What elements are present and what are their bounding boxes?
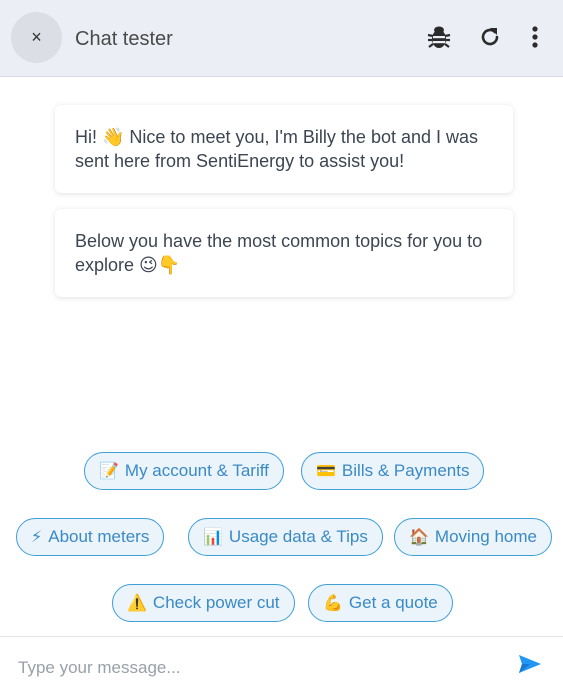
kebab-menu-icon bbox=[532, 26, 538, 48]
quick-reply-label: Usage data & Tips bbox=[228, 527, 368, 546]
bug-button[interactable] bbox=[425, 22, 453, 52]
quick-reply-label: My account & Tariff bbox=[124, 461, 269, 480]
refresh-icon bbox=[481, 28, 499, 46]
header: × Chat tester bbox=[0, 0, 563, 77]
memo-icon: 📝 bbox=[99, 463, 119, 480]
quick-reply-get-a-quote[interactable]: 💪 Get a quote bbox=[308, 584, 453, 622]
lightning-icon: ⚡ bbox=[31, 529, 43, 546]
bot-message: Hi! 👋 Nice to meet you, I'm Billy the bo… bbox=[55, 105, 513, 193]
message-text: Below you have the most common topics fo… bbox=[75, 231, 483, 275]
refresh-button[interactable] bbox=[476, 22, 504, 52]
close-icon: × bbox=[31, 27, 42, 47]
quick-reply-label: Get a quote bbox=[348, 593, 438, 612]
send-icon[interactable] bbox=[518, 654, 542, 674]
house-icon: 🏠 bbox=[409, 529, 429, 546]
quick-reply-usage-data-tips[interactable]: 📊 Usage data & Tips bbox=[188, 518, 383, 556]
quick-reply-about-meters[interactable]: ⚡ About meters bbox=[16, 518, 165, 556]
more-options-button[interactable] bbox=[521, 22, 549, 52]
quick-reply-moving-home[interactable]: 🏠 Moving home bbox=[394, 518, 552, 556]
close-button[interactable]: × bbox=[11, 12, 62, 63]
quick-reply-label: Moving home bbox=[434, 527, 537, 546]
bug-icon bbox=[427, 26, 451, 48]
quick-reply-my-account-tariff[interactable]: 📝 My account & Tariff bbox=[84, 452, 284, 490]
waving-hand-emoji: 👋 bbox=[102, 127, 125, 147]
quick-reply-check-power-cut[interactable]: ⚠️ Check power cut bbox=[112, 584, 295, 622]
message-composer bbox=[0, 636, 563, 693]
quick-reply-label: About meters bbox=[48, 527, 150, 546]
bar-chart-icon: 📊 bbox=[203, 529, 223, 546]
quick-reply-label: Bills & Payments bbox=[341, 461, 470, 480]
flexed-biceps-icon: 💪 bbox=[323, 595, 343, 612]
credit-card-icon: 💳 bbox=[316, 463, 336, 480]
message-text: Nice to meet you, I'm Billy the bot and … bbox=[75, 127, 479, 171]
chat-tester-window: × Chat tester Hi! 👋 Nice to meet you, I'… bbox=[0, 0, 563, 693]
message-input[interactable] bbox=[18, 655, 498, 681]
message-text: Hi! bbox=[75, 127, 102, 147]
bot-message: Below you have the most common topics fo… bbox=[55, 209, 513, 297]
page-title: Chat tester bbox=[75, 28, 173, 50]
quick-reply-label: Check power cut bbox=[152, 593, 280, 612]
wink-pointing-emoji: 😉👇 bbox=[139, 255, 181, 275]
warning-icon: ⚠️ bbox=[127, 595, 147, 612]
quick-reply-bills-payments[interactable]: 💳 Bills & Payments bbox=[301, 452, 485, 490]
